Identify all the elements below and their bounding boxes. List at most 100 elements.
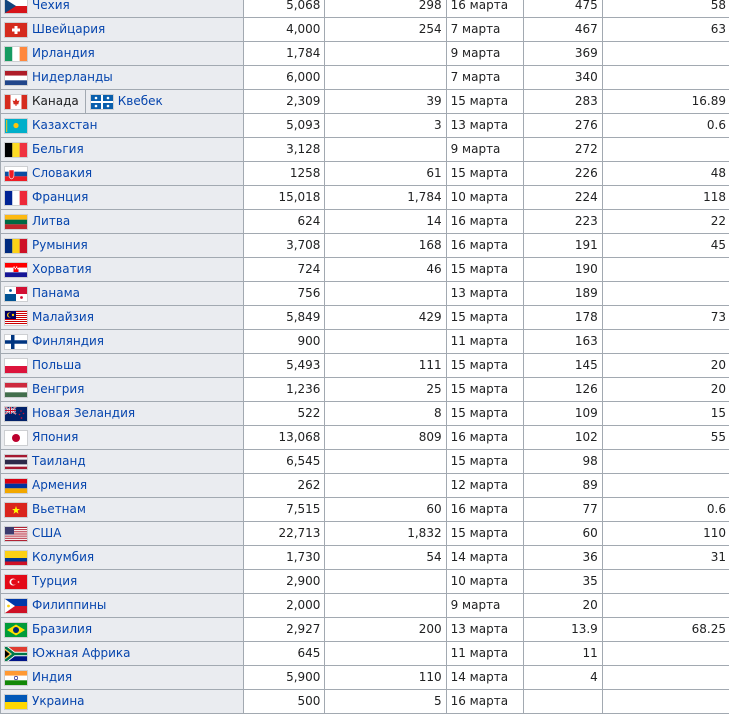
flag-ukraine-icon [5,694,27,709]
country-cell: Финляндия [0,329,245,354]
value-cell: 283 [522,89,603,114]
country-link[interactable]: Малайзия [32,307,94,329]
flag-kazakhstan-icon [5,118,27,133]
value-cell: 500 [243,689,326,714]
value-cell [601,65,729,90]
country-link[interactable]: Франция [32,187,88,209]
country-cell: Индия [0,665,245,690]
table-row: Чехия 5,068 298 16 марта 475 58 [0,0,729,18]
country-link[interactable]: Южная Африка [32,643,130,665]
country-link[interactable]: Индия [32,667,72,689]
country-link[interactable]: Бразилия [32,619,92,641]
country-link[interactable]: Украина [32,691,85,713]
country-link[interactable]: США [32,523,61,545]
value-cell [601,137,729,162]
country-cell: Нидерланды [0,65,245,90]
value-cell [601,689,729,714]
data-table: Чехия 5,068 298 16 марта 475 58 Швейцария 4,000… [0,0,729,714]
country-cell: Панама [0,281,245,306]
country-link[interactable]: Польша [32,355,81,377]
date-cell: 15 марта [445,161,524,186]
value-cell [324,281,447,306]
table-row: Франция 15,018 1,784 10 марта 224 118 [0,185,729,210]
country-cell: Венгрия [0,377,245,402]
flag-czech-icon [5,0,27,13]
country-link[interactable]: Вьетнам [32,499,86,521]
value-cell: 58 [601,0,729,18]
value-cell: 68.25 [601,617,729,642]
value-cell: 1,832 [324,521,447,546]
value-cell: 20 [522,593,603,618]
value-cell: 262 [243,473,326,498]
table-row: Ирландия 1,784 9 марта 369 [0,41,729,66]
value-cell: 272 [522,137,603,162]
value-cell: 190 [522,257,603,282]
country-link[interactable]: Словакия [32,163,92,185]
table-row: Филиппины 2,000 9 марта 20 [0,593,729,618]
subdivision-link[interactable]: Квебек [118,91,163,113]
country-link[interactable]: Бельгия [32,139,84,161]
country-link[interactable]: Нидерланды [32,67,113,89]
table-row: Япония 13,068 809 16 марта 102 55 [0,425,729,450]
country-link[interactable]: Румыния [32,235,88,257]
date-cell: 11 марта [445,641,524,666]
value-cell [324,137,447,162]
value-cell: 11 [522,641,603,666]
value-cell: 522 [243,401,326,426]
value-cell: 645 [243,641,326,666]
country-link[interactable]: Венгрия [32,379,84,401]
value-cell: 22 [601,209,729,234]
value-cell: 14 [324,209,447,234]
country-cell: США [0,521,245,546]
value-cell: 20 [601,353,729,378]
country-link[interactable]: Колумбия [32,547,94,569]
value-cell: 8 [324,401,447,426]
value-cell [601,449,729,474]
value-cell: 3,708 [243,233,326,258]
flag-ireland-icon [5,46,27,61]
value-cell [601,41,729,66]
country-link[interactable]: Хорватия [32,259,92,281]
table-row: Новая Зеландия 522 8 15 марта 109 15 [0,401,729,426]
table-row: Армения 262 12 марта 89 [0,473,729,498]
country-cell: Вьетнам [0,497,245,522]
country-link[interactable]: Казахстан [32,115,98,137]
flag-vietnam-icon [5,502,27,517]
country-link[interactable]: Армения [32,475,87,497]
country-link[interactable]: Таиланд [32,451,86,473]
value-cell: 31 [601,545,729,570]
date-cell: 15 марта [445,401,524,426]
country-link[interactable]: Литва [32,211,70,233]
value-cell: 756 [243,281,326,306]
value-cell: 5,093 [243,113,326,138]
table-row: Казахстан 5,093 3 13 марта 276 0.6 [0,113,729,138]
country-link[interactable]: Чехия [32,0,70,17]
country-cell: Румыния [0,233,245,258]
country-link[interactable]: Ирландия [32,43,95,65]
value-cell: 5,068 [243,0,326,18]
country-cell: Казахстан [0,113,245,138]
value-cell: 110 [601,521,729,546]
value-cell: 369 [522,41,603,66]
country-link[interactable]: Финляндия [32,331,104,353]
flag-hungary-icon [5,382,27,397]
country-link: Канада [32,94,79,108]
value-cell: 226 [522,161,603,186]
value-cell: 20 [601,377,729,402]
value-cell: 111 [324,353,447,378]
value-cell: 110 [324,665,447,690]
flag-belgium-icon [5,142,27,157]
country-link[interactable]: Филиппины [32,595,106,617]
country-cell: Словакия [0,161,245,186]
country-link[interactable]: Япония [32,427,78,449]
country-link[interactable]: Панама [32,283,80,305]
value-cell [324,449,447,474]
country-link[interactable]: Турция [32,571,77,593]
country-link[interactable]: Швейцария [32,19,105,41]
country-link[interactable]: Новая Зеландия [32,403,135,425]
table-row: Швейцария 4,000 254 7 марта 467 63 [0,17,729,42]
value-cell: 36 [522,545,603,570]
value-cell: 429 [324,305,447,330]
flag-philippines-icon [5,598,27,613]
value-cell: 3,128 [243,137,326,162]
